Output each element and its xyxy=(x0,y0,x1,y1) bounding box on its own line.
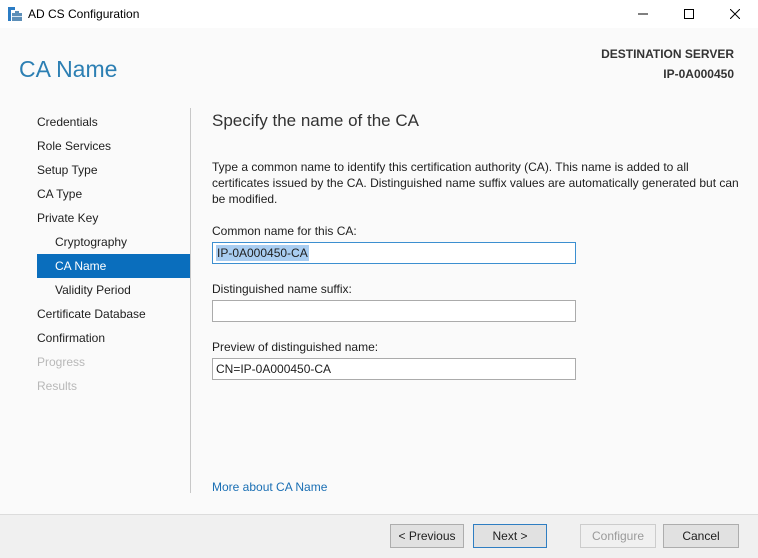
configure-button: Configure xyxy=(580,524,656,548)
minimize-icon xyxy=(638,9,648,19)
dn-preview-label: Preview of distinguished name: xyxy=(212,340,379,354)
description-text: Type a common name to identify this cert… xyxy=(212,160,739,206)
nav-divider xyxy=(190,108,191,493)
maximize-button[interactable] xyxy=(666,0,712,28)
title-bar: AD CS Configuration xyxy=(0,0,758,28)
previous-button[interactable]: < Previous xyxy=(390,524,464,548)
minimize-button[interactable] xyxy=(620,0,666,28)
destination-server-label: DESTINATION SERVER xyxy=(601,47,734,61)
dn-preview-field[interactable]: CN=IP-0A000450-CA xyxy=(212,358,576,380)
wizard-nav: Credentials Role Services Setup Type CA … xyxy=(37,110,190,398)
cancel-button[interactable]: Cancel xyxy=(663,524,739,548)
more-about-link[interactable]: More about CA Name xyxy=(212,480,327,494)
common-name-input[interactable]: IP-0A000450-CA xyxy=(212,242,576,264)
nav-item-role-services[interactable]: Role Services xyxy=(37,134,190,158)
maximize-icon xyxy=(684,9,694,19)
nav-item-results: Results xyxy=(37,379,78,393)
nav-item-validity-period[interactable]: Validity Period xyxy=(37,278,190,302)
window-title: AD CS Configuration xyxy=(28,7,140,21)
common-name-value: IP-0A000450-CA xyxy=(216,245,309,261)
section-heading: Specify the name of the CA xyxy=(212,111,419,130)
server-toolbox-icon xyxy=(7,6,23,22)
nav-item-confirmation[interactable]: Confirmation xyxy=(37,326,190,350)
nav-item-progress: Progress xyxy=(37,355,86,369)
close-icon xyxy=(730,9,740,19)
page-title: CA Name xyxy=(19,56,118,82)
nav-item-cryptography[interactable]: Cryptography xyxy=(37,230,190,254)
dn-preview-value: CN=IP-0A000450-CA xyxy=(216,362,332,376)
nav-item-setup-type[interactable]: Setup Type xyxy=(37,158,190,182)
nav-item-private-key[interactable]: Private Key xyxy=(37,206,190,230)
close-button[interactable] xyxy=(712,0,758,28)
nav-item-credentials[interactable]: Credentials xyxy=(37,110,190,134)
nav-item-ca-type[interactable]: CA Type xyxy=(37,182,190,206)
nav-item-ca-name[interactable]: CA Name xyxy=(37,254,190,278)
next-button[interactable]: Next > xyxy=(473,524,547,548)
destination-server-value: IP-0A000450 xyxy=(663,67,734,81)
dn-suffix-label: Distinguished name suffix: xyxy=(212,282,352,296)
dn-suffix-input[interactable] xyxy=(212,300,576,322)
dn-suffix-value xyxy=(213,304,216,318)
nav-item-certificate-database[interactable]: Certificate Database xyxy=(37,302,190,326)
common-name-label: Common name for this CA: xyxy=(212,224,357,238)
